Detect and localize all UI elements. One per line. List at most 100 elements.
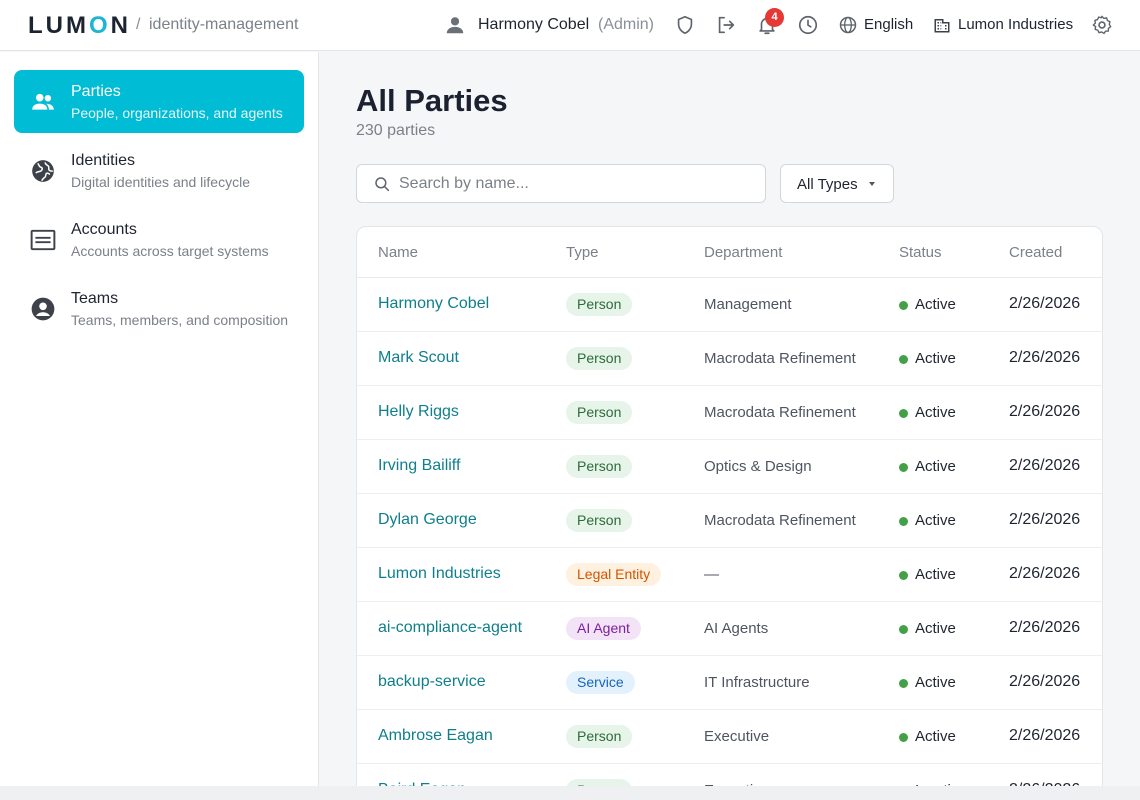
sidebar-item-description: Teams, members, and composition [71, 312, 289, 328]
department-cell: Management [704, 296, 792, 313]
created-date-cell: 2/26/2026 [1009, 457, 1081, 474]
status-dot-icon [899, 625, 908, 634]
history-clock-icon[interactable] [797, 14, 819, 36]
status-dot-icon [899, 409, 908, 418]
status-cell: Active [915, 404, 956, 421]
party-name-link[interactable]: Ambrose Eagan [378, 727, 493, 745]
sidebar: Parties People, organizations, and agent… [0, 52, 319, 786]
table-row[interactable]: Ambrose Eagan Person Executive Active 2/26/2… [357, 710, 1102, 764]
department-cell: IT Infrastructure [704, 674, 810, 691]
department-cell: AI Agents [704, 620, 769, 637]
type-filter-label: All Types [797, 176, 858, 193]
sidebar-item-label: Identities [71, 152, 136, 169]
people-icon [32, 93, 54, 110]
party-count: 230 parties [356, 122, 436, 139]
settings-gear-icon[interactable] [1091, 14, 1113, 36]
status-cell: Active [915, 458, 956, 475]
type-badge: Service [566, 671, 635, 694]
logo-text-o: O [88, 12, 111, 39]
created-date-cell: 2/26/2026 [1009, 349, 1081, 366]
logout-icon[interactable] [715, 14, 737, 36]
column-header-type[interactable]: Type [566, 244, 599, 261]
department-cell: — [704, 566, 719, 583]
created-date-cell: 2/26/2026 [1009, 565, 1081, 582]
party-name-link[interactable]: ai-compliance-agent [378, 619, 522, 637]
department-cell: Macrodata Refinement [704, 350, 856, 367]
table-row[interactable]: Mark Scout Person Macrodata Refinement Acti… [357, 332, 1102, 386]
column-header-department[interactable]: Department [704, 244, 782, 261]
party-name-link[interactable]: Dylan George [378, 511, 477, 529]
created-date-cell: 2/26/2026 [1009, 673, 1081, 690]
table-row[interactable]: Helly Riggs Person Macrodata Refinement Act… [357, 386, 1102, 440]
table-row[interactable]: Irving Bailiff Person Optics & Design Activ… [357, 440, 1102, 494]
party-name-link[interactable]: backup-service [378, 673, 486, 691]
page-title: All Parties [356, 83, 508, 118]
created-date-cell: 2/26/2026 [1009, 403, 1081, 420]
sidebar-item-description: Accounts across target systems [71, 243, 269, 259]
notification-badge: 4 [765, 8, 784, 27]
horizontal-scrollbar[interactable] [0, 786, 1140, 800]
table-row[interactable]: Dylan George Person Macrodata Refinement Ac… [357, 494, 1102, 548]
sidebar-item-accounts[interactable]: Accounts Accounts across target systems [14, 208, 304, 271]
status-cell: Active [915, 728, 956, 745]
caret-down-icon [869, 182, 875, 186]
parties-table: Name Type Department Status Created Harm… [356, 226, 1103, 800]
sidebar-item-description: People, organizations, and agents [71, 105, 283, 121]
status-dot-icon [899, 463, 908, 472]
type-badge: AI Agent [566, 617, 641, 640]
search-icon [375, 177, 390, 192]
logo-text-end: N [110, 12, 131, 39]
status-dot-icon [899, 571, 908, 580]
column-header-created[interactable]: Created [1009, 244, 1062, 261]
lumon-logo[interactable]: LUMON [28, 12, 131, 40]
department-cell: Macrodata Refinement [704, 404, 856, 421]
department-cell: Executive [704, 728, 770, 745]
sidebar-item-label: Parties [71, 83, 121, 100]
column-header-name[interactable]: Name [378, 244, 418, 261]
id-card-icon [30, 229, 56, 251]
organization-selector[interactable]: Lumon Industries [958, 16, 1073, 33]
table-row[interactable]: backup-service Service IT Infrastructure Ac… [357, 656, 1102, 710]
party-name-link[interactable]: Mark Scout [378, 349, 459, 367]
column-header-status[interactable]: Status [899, 244, 942, 261]
status-cell: Active [915, 674, 956, 691]
party-name-link[interactable]: Helly Riggs [378, 403, 459, 421]
sidebar-item-label: Accounts [71, 221, 137, 238]
type-badge: Person [566, 347, 633, 370]
party-name-link[interactable]: Lumon Industries [378, 565, 501, 583]
search-box[interactable] [356, 164, 766, 203]
user-icon [446, 17, 464, 34]
party-name-link[interactable]: Irving Bailiff [378, 457, 460, 475]
user-role: (Admin) [598, 16, 655, 33]
created-date-cell: 2/26/2026 [1009, 295, 1081, 312]
party-name-link[interactable]: Harmony Cobel [378, 295, 489, 313]
type-badge: Legal Entity [566, 563, 662, 586]
department-cell: Macrodata Refinement [704, 512, 856, 529]
building-icon [934, 19, 950, 33]
created-date-cell: 2/26/2026 [1009, 727, 1081, 744]
type-badge: Person [566, 401, 633, 424]
logo-text-start: LUM [28, 12, 89, 39]
language-selector[interactable]: English [864, 16, 913, 33]
type-badge: Person [566, 725, 633, 748]
sidebar-item-identities[interactable]: Identities Digital identities and lifecy… [14, 139, 304, 202]
globe-language-icon[interactable] [838, 15, 858, 35]
top-header: LUMON / identity-management Harmony Cobe… [0, 0, 1140, 51]
breadcrumb-app[interactable]: identity-management [149, 16, 298, 34]
type-filter-dropdown[interactable]: All Types [780, 164, 894, 203]
department-cell: Optics & Design [704, 458, 812, 475]
status-dot-icon [899, 733, 908, 742]
user-name[interactable]: Harmony Cobel [478, 16, 589, 34]
sidebar-item-teams[interactable]: Teams Teams, members, and composition [14, 277, 304, 340]
account-circle-icon [31, 297, 55, 321]
table-row[interactable]: Lumon Industries Legal Entity — Active 2/26/… [357, 548, 1102, 602]
status-cell: Active [915, 620, 956, 637]
table-row[interactable]: Harmony Cobel Person Management Active 2/26/… [357, 278, 1102, 332]
sidebar-item-parties[interactable]: Parties People, organizations, and agent… [14, 70, 304, 133]
status-cell: Active [915, 512, 956, 529]
shield-icon[interactable] [674, 14, 696, 36]
breadcrumb-separator: / [136, 16, 141, 33]
search-input[interactable] [399, 173, 749, 195]
table-row[interactable]: ai-compliance-agent AI Agent AI Agents Acti… [357, 602, 1102, 656]
sidebar-item-label: Teams [71, 290, 119, 307]
